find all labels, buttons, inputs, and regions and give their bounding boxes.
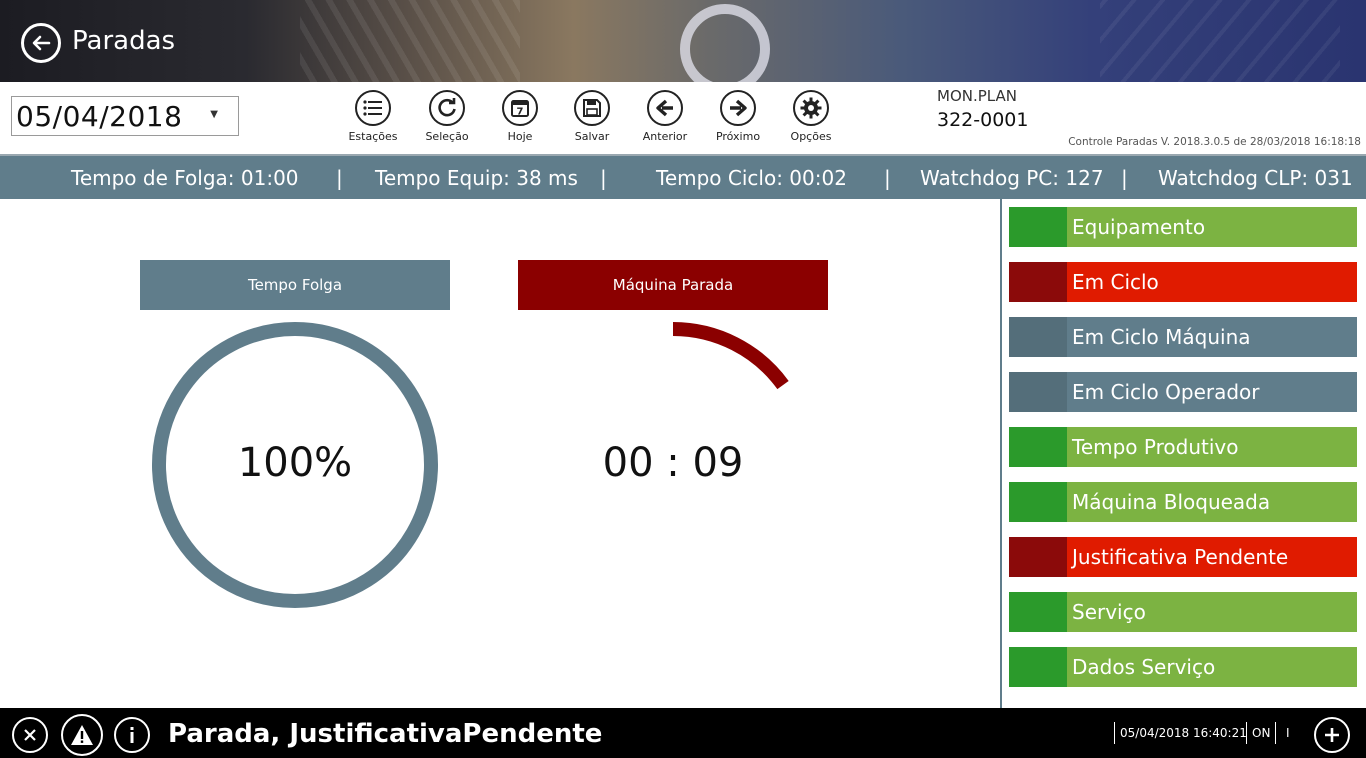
opcoes-label: Opções [790, 130, 832, 143]
header-banner: Paradas [0, 0, 1366, 82]
banner-image-ring [680, 4, 770, 82]
bottom-datetime: 05/04/2018 16:40:21 [1114, 722, 1247, 744]
legend-swatch [1009, 317, 1067, 357]
legend-swatch [1009, 537, 1067, 577]
toolbar: 05/04/2018 ▼ Estações Seleção 7 Hoje Sal… [0, 82, 1366, 156]
salvar-button[interactable]: Salvar [562, 90, 622, 143]
page-title: Paradas [72, 26, 176, 56]
legend-swatch [1009, 262, 1067, 302]
bottom-marker: I [1275, 722, 1290, 744]
status-separator: | [336, 166, 343, 190]
legend-item[interactable]: Equipamento [1009, 207, 1357, 247]
legend-label: Máquina Bloqueada [1067, 482, 1357, 522]
maquina-parada-title: Máquina Parada [518, 260, 828, 310]
legend-swatch [1009, 372, 1067, 412]
maquina-parada-value: 00 : 09 [602, 440, 744, 486]
date-picker[interactable]: 05/04/2018 ▼ [11, 96, 239, 136]
status-legend-panel: Equipamento Em Ciclo Em Ciclo Máquina Em… [1009, 207, 1357, 702]
legend-swatch [1009, 647, 1067, 687]
legend-swatch [1009, 482, 1067, 522]
hoje-label: Hoje [507, 130, 533, 143]
calendar-day-text: 7 [517, 107, 524, 118]
date-value: 05/04/2018 [16, 99, 183, 133]
status-separator: | [600, 166, 607, 190]
banner-image-truss [300, 0, 520, 82]
legend-label: Em Ciclo Operador [1067, 372, 1357, 412]
legend-item[interactable]: Em Ciclo Operador [1009, 372, 1357, 412]
legend-item[interactable]: Serviço [1009, 592, 1357, 632]
close-icon[interactable] [12, 717, 48, 753]
legend-item[interactable]: Em Ciclo Máquina [1009, 317, 1357, 357]
warning-icon[interactable] [61, 714, 103, 756]
proximo-label: Próximo [715, 130, 761, 143]
salvar-label: Salvar [574, 130, 610, 143]
status-separator: | [884, 166, 891, 190]
estacoes-label: Estações [348, 130, 398, 143]
proximo-button[interactable]: Próximo [708, 90, 768, 143]
legend-swatch [1009, 592, 1067, 632]
station-code: 322-0001 [937, 109, 1029, 131]
tempo-ciclo-status: Tempo Ciclo: 00:02 [656, 166, 847, 190]
anterior-label: Anterior [642, 130, 688, 143]
maquina-parada-arc [672, 322, 789, 390]
anterior-button[interactable]: Anterior [635, 90, 695, 143]
opcoes-button[interactable]: Opções [781, 90, 841, 143]
selecao-label: Seleção [425, 130, 469, 143]
tempo-folga-value: 100% [237, 440, 353, 486]
legend-item[interactable]: Em Ciclo [1009, 262, 1357, 302]
legend-label: Em Ciclo [1067, 262, 1357, 302]
refresh-icon [429, 90, 465, 126]
legend-swatch [1009, 427, 1067, 467]
banner-image-truss-right [1100, 0, 1340, 82]
legend-item[interactable]: Máquina Bloqueada [1009, 482, 1357, 522]
arrow-right-icon [720, 90, 756, 126]
tempo-equip-status: Tempo Equip: 38 ms [375, 166, 578, 190]
legend-item[interactable]: Dados Serviço [1009, 647, 1357, 687]
legend-label: Serviço [1067, 592, 1357, 632]
list-icon [355, 90, 391, 126]
gear-icon [793, 90, 829, 126]
panel-divider [1000, 199, 1002, 708]
legend-item[interactable]: Justificativa Pendente [1009, 537, 1357, 577]
status-message: Parada, JustificativaPendente [168, 719, 603, 749]
chevron-down-icon[interactable]: ▼ [210, 109, 218, 120]
legend-swatch [1009, 207, 1067, 247]
info-icon[interactable] [114, 717, 150, 753]
legend-label: Justificativa Pendente [1067, 537, 1357, 577]
bottom-bar: Parada, JustificativaPendente 05/04/2018… [0, 708, 1366, 758]
save-icon [574, 90, 610, 126]
estacoes-button[interactable]: Estações [343, 90, 403, 143]
status-bar: Tempo de Folga: 01:00 | Tempo Equip: 38 … [0, 156, 1366, 199]
tempo-folga-title: Tempo Folga [140, 260, 450, 310]
hoje-button[interactable]: 7 Hoje [490, 90, 550, 143]
tempo-folga-status: Tempo de Folga: 01:00 [71, 166, 299, 190]
back-arrow-icon[interactable] [21, 23, 61, 63]
arrow-left-icon [647, 90, 683, 126]
selecao-button[interactable]: Seleção [417, 90, 477, 143]
version-text: Controle Paradas V. 2018.3.0.5 de 28/03/… [1068, 136, 1361, 148]
watchdog-pc-status: Watchdog PC: 127 [920, 166, 1104, 190]
station-info: MON.PLAN 322-0001 [937, 87, 1028, 131]
legend-item[interactable]: Tempo Produtivo [1009, 427, 1357, 467]
legend-label: Dados Serviço [1067, 647, 1357, 687]
calendar-icon: 7 [502, 90, 538, 126]
legend-label: Em Ciclo Máquina [1067, 317, 1357, 357]
legend-label: Tempo Produtivo [1067, 427, 1357, 467]
station-name: MON.PLAN [937, 87, 1017, 105]
legend-label: Equipamento [1067, 207, 1357, 247]
watchdog-clp-status: Watchdog CLP: 031 [1158, 166, 1353, 190]
status-separator: | [1121, 166, 1128, 190]
connection-state: ON [1246, 722, 1270, 744]
add-icon[interactable] [1314, 717, 1350, 753]
